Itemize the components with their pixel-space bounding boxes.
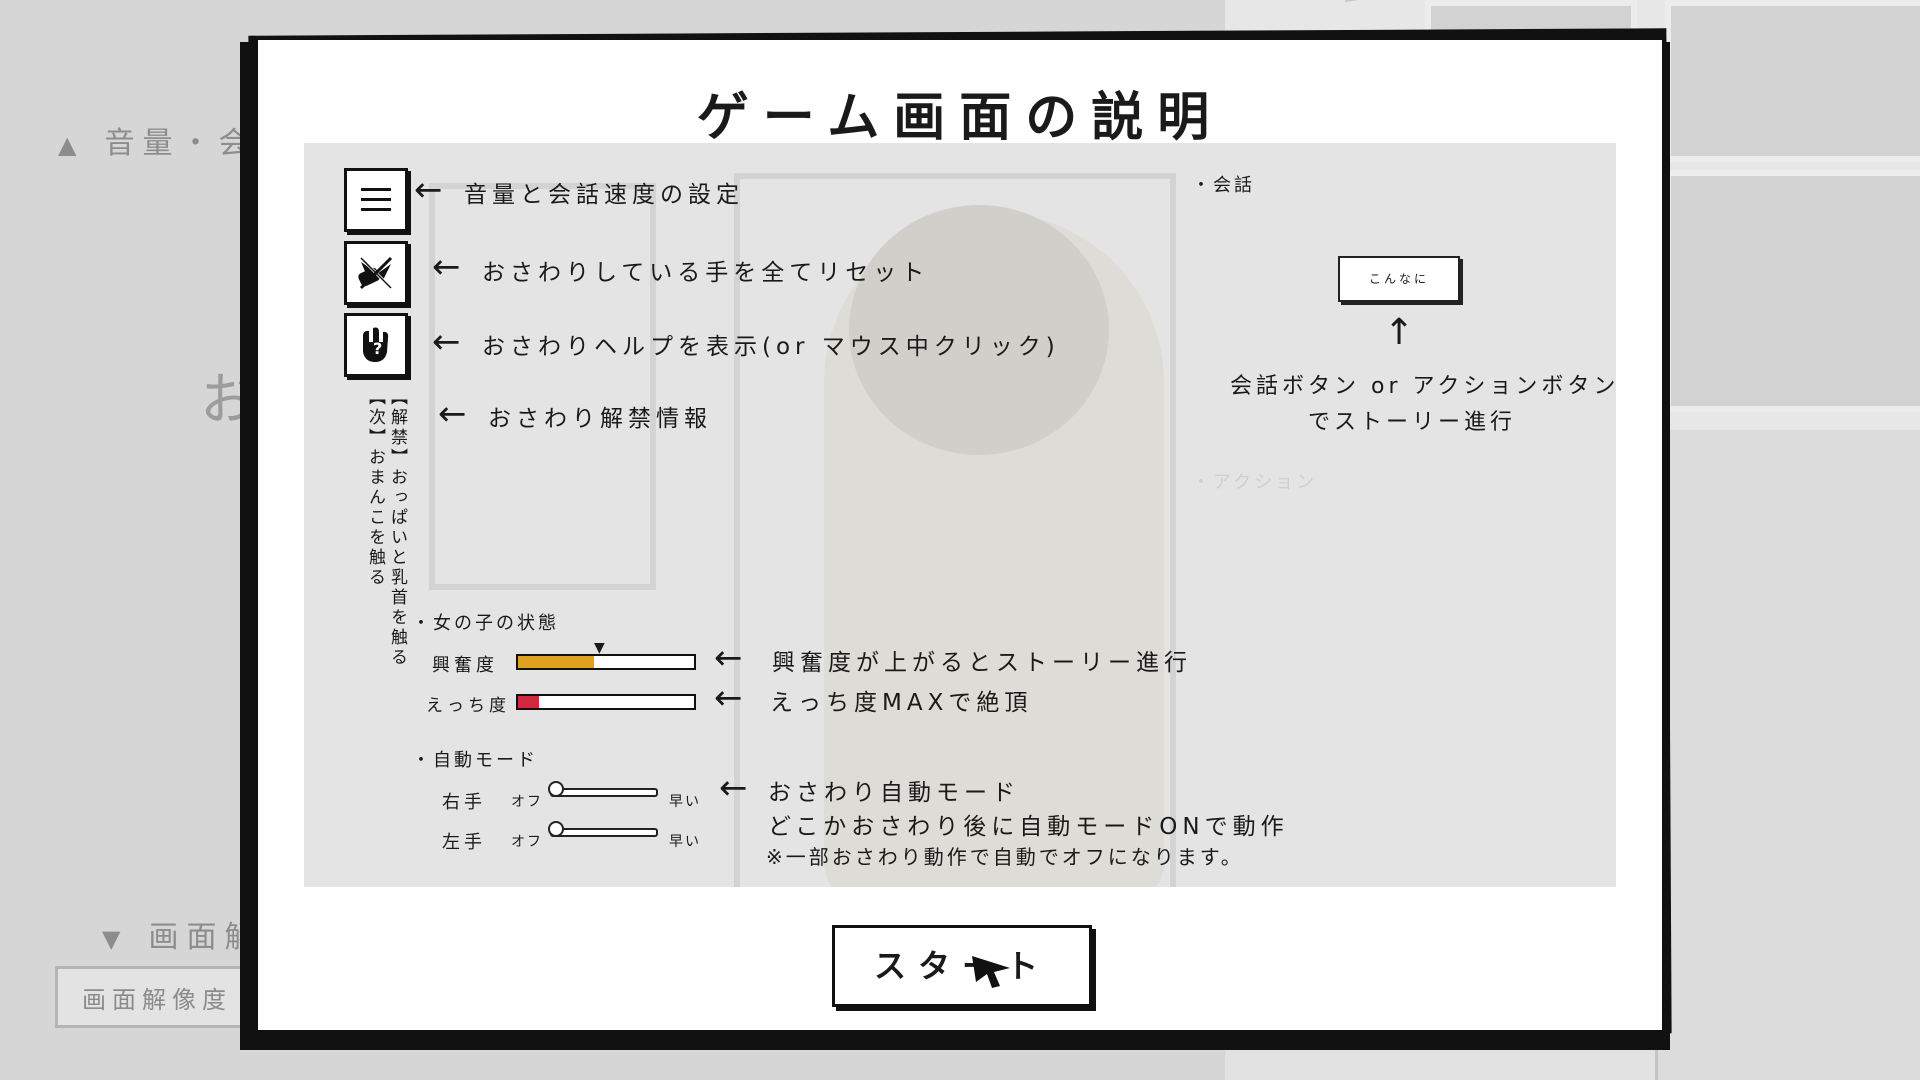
excitement-bar <box>516 654 696 670</box>
sample-conversation-button: こんなに <box>1338 256 1460 302</box>
conversation-note-1: 会話ボタン or アクションボタン <box>1230 374 1616 399</box>
left-hand-label: 左手 <box>442 832 486 853</box>
label-touch-help: おさわりヘルプを表示(or マウス中クリック) <box>482 334 1060 360</box>
excitement-bar-fill <box>518 656 594 668</box>
reset-hands-icon <box>344 241 408 305</box>
ecchi-bar-fill <box>518 696 540 708</box>
label-volume-settings: 音量と会話速度の設定 <box>464 182 744 208</box>
arrow-volume: ← <box>414 170 443 210</box>
auto-mode-note-2: どこかおさわり後に自動モードONで動作 <box>768 814 1289 840</box>
arrow-ecchi: ← <box>714 678 743 718</box>
right-off-label: オフ <box>511 794 543 810</box>
left-fast-label: 早い <box>669 834 701 850</box>
up-arrow: ↑ <box>1384 312 1415 353</box>
auto-mode-note: おさわり自動モード <box>768 780 1020 806</box>
right-hand-speed-slider <box>550 788 658 797</box>
auto-mode-heading: ・自動モード <box>412 750 538 771</box>
unlock-info-vertical: 【解禁】おっぱいと乳首を触る 【次】おまんこを触る <box>365 388 407 668</box>
arrow-reset: ← <box>432 247 461 287</box>
label-unlock-info: おさわり解禁情報 <box>488 406 712 432</box>
excitement-label: 興奮度 <box>432 655 498 676</box>
conversation-note-2: でストーリー進行 <box>1308 410 1517 435</box>
ghost-thumbnail-frame <box>429 183 656 590</box>
right-fast-label: 早い <box>669 794 701 810</box>
ecchi-label: えっち度 <box>426 696 510 716</box>
right-hand-slider-knob <box>548 781 564 797</box>
arrow-excitement: ← <box>714 638 743 678</box>
right-hand-label: 右手 <box>442 792 486 813</box>
action-heading-faint: ・アクション <box>1192 472 1318 493</box>
label-reset-hands: おさわりしている手を全てリセット <box>482 260 930 286</box>
excitement-threshold-marker: ▼ <box>594 640 605 656</box>
excitement-note: 興奮度が上がるとストーリー進行 <box>772 650 1192 676</box>
ecchi-bar <box>516 694 696 710</box>
menu-icon <box>344 168 408 232</box>
svg-text:?: ? <box>373 339 382 358</box>
arrow-auto-mode: ← <box>719 768 748 808</box>
dialog-title: ゲーム画面の説明 <box>696 88 1224 148</box>
bg-resolution-section-heading: ▼ 画面解 <box>102 920 263 955</box>
arrow-help: ← <box>432 322 461 362</box>
touch-help-icon: ? <box>344 313 408 377</box>
start-button[interactable]: スタート <box>832 925 1092 1007</box>
help-screenshot-panel: ? ← 音量と会話速度の設定 ← おさわりしている手を全てリセット ← おさわり… <box>304 143 1616 887</box>
mouse-cursor-icon <box>972 956 1010 988</box>
ecchi-note: えっち度MAXで絶頂 <box>770 690 1033 716</box>
left-hand-slider-knob <box>548 821 564 837</box>
arrow-unlock: ← <box>438 394 467 434</box>
left-hand-speed-slider <box>550 828 658 837</box>
girl-status-heading: ・女の子の状態 <box>412 613 559 634</box>
auto-mode-note-3: ※一部おさわり動作で自動でオフになります。 <box>766 845 1244 869</box>
left-off-label: オフ <box>511 834 543 850</box>
conversation-heading: ・会話 <box>1192 175 1255 196</box>
